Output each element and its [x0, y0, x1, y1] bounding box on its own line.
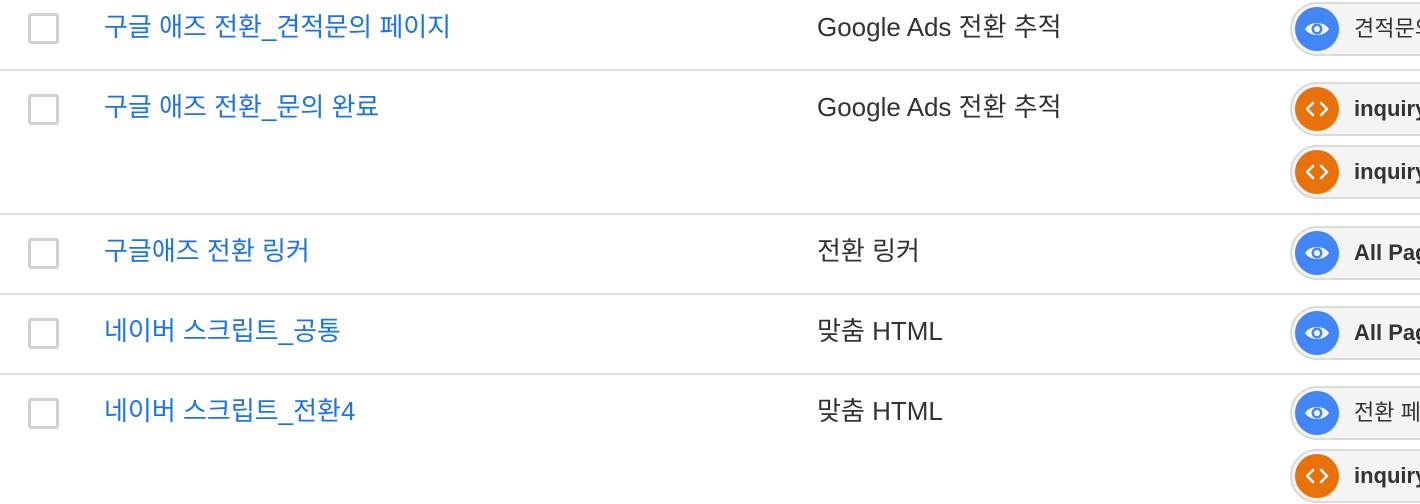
trigger-chip[interactable]: All Pages: [1290, 306, 1420, 360]
tag-name-link[interactable]: 구글애즈 전환 링커: [104, 236, 310, 266]
code-icon: [1295, 87, 1339, 131]
tags-table: 구글 애즈 전환_견적문의 페이지 Google Ads 전환 추적 견적문의 …: [0, 0, 1420, 504]
trigger-label: All Pages: [1354, 320, 1420, 345]
trigger-label: inquiry: [1354, 463, 1420, 488]
tag-type: 전환 링커: [817, 236, 920, 266]
code-icon: [1295, 150, 1339, 194]
trigger-label: 전환 페이지: [1354, 400, 1420, 425]
row-checkbox[interactable]: [28, 238, 59, 269]
code-icon: [1295, 454, 1339, 498]
tag-name-link[interactable]: 네이버 스크립트_전환4: [104, 396, 355, 426]
table-row: 네이버 스크립트_전환4 맞춤 HTML 전환 페이지 inquiry: [0, 375, 1420, 504]
table-row: 네이버 스크립트_공통 맞춤 HTML All Pages: [0, 295, 1420, 374]
row-checkbox[interactable]: [28, 398, 59, 429]
trigger-label: inquiry: [1354, 159, 1420, 184]
trigger-chip[interactable]: inquiry: [1290, 82, 1420, 136]
trigger-label: All Pages: [1354, 240, 1420, 265]
row-checkbox[interactable]: [28, 318, 59, 349]
trigger-chip[interactable]: All Pages: [1290, 226, 1420, 280]
table-row: 구글 애즈 전환_문의 완료 Google Ads 전환 추적 inquiry …: [0, 71, 1420, 214]
tag-name-link[interactable]: 네이버 스크립트_공통: [104, 316, 341, 346]
tag-name-link[interactable]: 구글 애즈 전환_문의 완료: [104, 92, 379, 122]
trigger-label: inquiry: [1354, 96, 1420, 121]
eye-icon: [1295, 391, 1339, 435]
tag-type: Google Ads 전환 추적: [817, 92, 1062, 122]
trigger-chip[interactable]: 견적문의: [1290, 2, 1420, 56]
eye-icon: [1295, 231, 1339, 275]
tag-type: 맞춤 HTML: [817, 396, 943, 426]
row-checkbox[interactable]: [28, 94, 59, 125]
row-checkbox[interactable]: [28, 13, 59, 44]
trigger-label: 견적문의: [1354, 16, 1420, 41]
trigger-chip[interactable]: 전환 페이지: [1290, 386, 1420, 440]
tag-name-link[interactable]: 구글 애즈 전환_견적문의 페이지: [104, 12, 451, 42]
trigger-chip[interactable]: inquiry: [1290, 449, 1420, 503]
trigger-chip[interactable]: inquiry: [1290, 145, 1420, 199]
table-row: 구글 애즈 전환_견적문의 페이지 Google Ads 전환 추적 견적문의: [0, 0, 1420, 70]
eye-icon: [1295, 7, 1339, 51]
table-row: 구글애즈 전환 링커 전환 링커 All Pages: [0, 215, 1420, 294]
eye-icon: [1295, 311, 1339, 355]
tag-type: Google Ads 전환 추적: [817, 12, 1062, 42]
tag-type: 맞춤 HTML: [817, 316, 943, 346]
